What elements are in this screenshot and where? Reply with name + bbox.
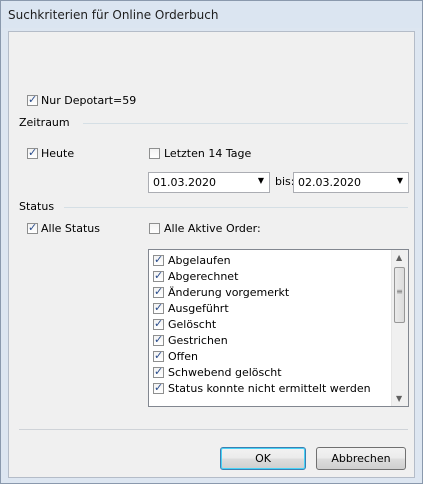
letzten-14-tage-label: Letzten 14 Tage bbox=[164, 147, 252, 160]
checkbox[interactable] bbox=[153, 285, 164, 298]
alle-status-label: Alle Status bbox=[41, 222, 100, 235]
to-date-value: 02.03.2020 bbox=[298, 176, 361, 189]
from-date-dropdown[interactable]: 01.03.2020 ▼ bbox=[148, 172, 270, 193]
window-title: Suchkriterien für Online Orderbuch bbox=[8, 8, 219, 22]
checkbox[interactable] bbox=[153, 269, 164, 282]
grip-icon: ≡ bbox=[396, 287, 403, 296]
scroll-down-icon[interactable]: ▼ bbox=[396, 394, 402, 403]
heute-checkbox[interactable] bbox=[27, 146, 38, 159]
footer-separator bbox=[19, 429, 408, 430]
bis-label: bis: bbox=[275, 175, 295, 188]
nur-depotart-checkbox[interactable] bbox=[27, 93, 38, 106]
heute-label: Heute bbox=[41, 147, 75, 160]
dialog-body: Nur Depotart=59 Zeitraum Heute Letzten 1… bbox=[8, 31, 415, 478]
checkbox[interactable] bbox=[153, 381, 164, 394]
checkbox[interactable] bbox=[153, 317, 164, 330]
letzten-14-tage-checkbox[interactable] bbox=[149, 148, 160, 159]
checkbox[interactable] bbox=[153, 301, 164, 314]
listbox-scrollbar[interactable]: ▲ ≡ ▼ bbox=[391, 250, 408, 406]
from-date-value: 01.03.2020 bbox=[153, 176, 216, 189]
to-date-dropdown[interactable]: 02.03.2020 ▼ bbox=[293, 172, 409, 193]
nur-depotart-label: Nur Depotart=59 bbox=[41, 94, 137, 107]
status-group-label: Status bbox=[19, 200, 55, 213]
scroll-up-icon[interactable]: ▲ bbox=[396, 253, 402, 262]
status-listbox[interactable]: Abgelaufen Abgerechnet Änderung vorgemer… bbox=[148, 249, 409, 407]
title-bar[interactable]: Suchkriterien für Online Orderbuch bbox=[1, 1, 422, 28]
cancel-button[interactable]: Abbrechen bbox=[316, 447, 406, 470]
status-separator bbox=[64, 207, 408, 208]
dialog-window: Suchkriterien für Online Orderbuch Nur D… bbox=[0, 0, 423, 484]
alle-aktive-order-checkbox[interactable] bbox=[149, 223, 160, 234]
zeitraum-group-label: Zeitraum bbox=[19, 116, 70, 129]
alle-status-checkbox[interactable] bbox=[27, 221, 38, 234]
ok-button[interactable]: OK bbox=[220, 447, 306, 470]
checkbox[interactable] bbox=[153, 365, 164, 378]
chevron-down-icon: ▼ bbox=[396, 176, 403, 185]
chevron-down-icon: ▼ bbox=[257, 176, 264, 185]
zeitraum-separator bbox=[83, 123, 408, 124]
checkbox[interactable] bbox=[153, 253, 164, 266]
checkbox[interactable] bbox=[153, 349, 164, 362]
scrollbar-thumb[interactable]: ≡ bbox=[394, 267, 405, 323]
alle-aktive-order-label: Alle Aktive Order: bbox=[164, 222, 261, 235]
checkbox[interactable] bbox=[153, 333, 164, 346]
